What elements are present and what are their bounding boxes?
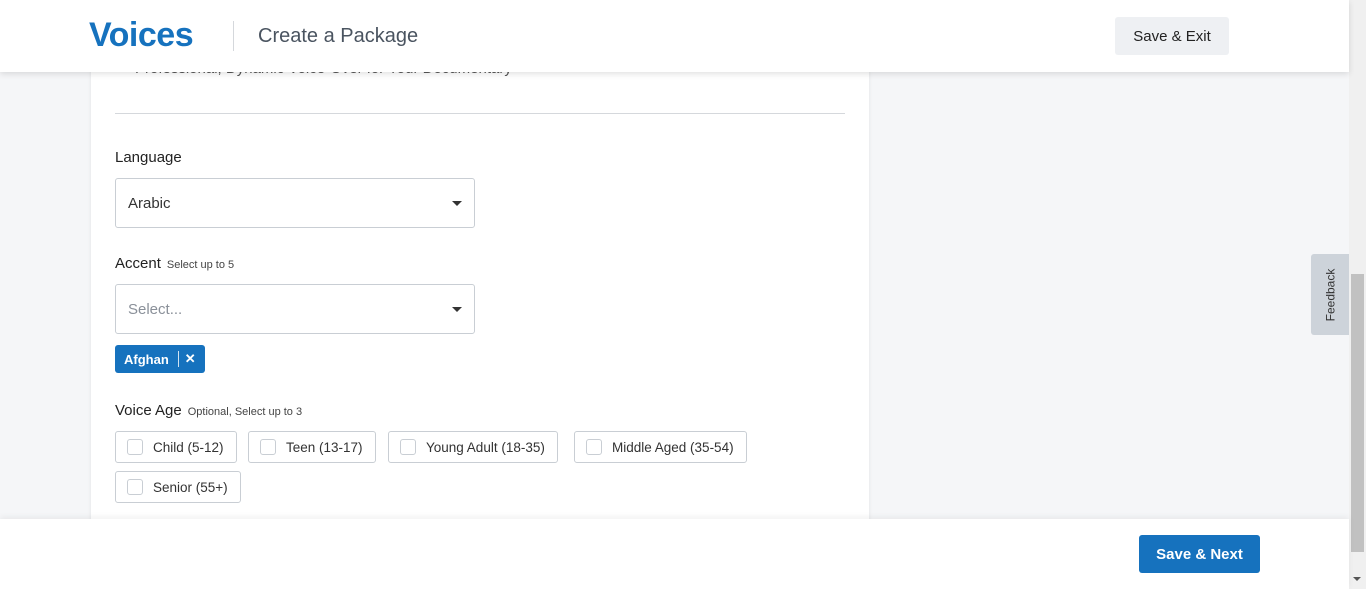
checkbox-icon [127,479,143,495]
save-next-button[interactable]: Save & Next [1139,535,1260,573]
language-select[interactable]: Arabic [115,178,475,228]
checkbox-icon [586,439,602,455]
voice-age-label: Voice Age Optional, Select up to 3 [115,402,303,419]
feedback-tab[interactable]: Feedback [1311,254,1349,335]
voice-age-hint: Optional, Select up to 3 [187,406,303,418]
checkbox-icon [127,439,143,455]
checkbox-senior[interactable]: Senior (55+) [115,471,241,503]
chevron-down-icon [452,306,462,312]
tag-separator [177,351,179,367]
scroll-down-icon[interactable] [1353,577,1361,581]
checkbox-middle-aged[interactable]: Middle Aged (35-54) [574,431,747,463]
checkbox-icon [260,439,276,455]
accent-label: Accent Select up to 5 [115,255,235,272]
language-value: Arabic [128,194,171,212]
page-title: Create a Package [258,25,419,47]
tag-label: Afghan [124,351,169,367]
accent-tag-afghan: Afghan ✕ [115,345,205,373]
voices-logo[interactable]: Voices [89,16,194,55]
save-exit-button[interactable]: Save & Exit [1115,17,1229,55]
checkbox-label: Senior (55+) [153,479,228,495]
checkbox-icon [400,439,416,455]
accent-select[interactable]: Select... [115,284,475,334]
top-header: Voices Create a Package Save & Exit [0,0,1349,72]
footer-bar: Save & Next [0,519,1349,589]
feedback-label: Feedback [1323,268,1338,321]
header-divider [233,21,234,51]
accent-hint: Select up to 5 [166,259,235,271]
checkbox-child[interactable]: Child (5-12) [115,431,237,463]
scrollbar-thumb[interactable] [1351,274,1364,552]
checkbox-label: Middle Aged (35-54) [612,439,734,455]
accent-placeholder: Select... [128,300,183,318]
scrollbar[interactable] [1349,0,1366,589]
checkbox-teen[interactable]: Teen (13-17) [248,431,376,463]
checkbox-label: Young Adult (18-35) [426,439,545,455]
divider [115,113,845,114]
language-label: Language [115,149,182,166]
checkbox-label: Child (5-12) [153,439,224,455]
checkbox-label: Teen (13-17) [286,439,363,455]
close-icon[interactable]: ✕ [185,351,196,367]
chevron-down-icon [452,200,462,206]
checkbox-young-adult[interactable]: Young Adult (18-35) [388,431,558,463]
